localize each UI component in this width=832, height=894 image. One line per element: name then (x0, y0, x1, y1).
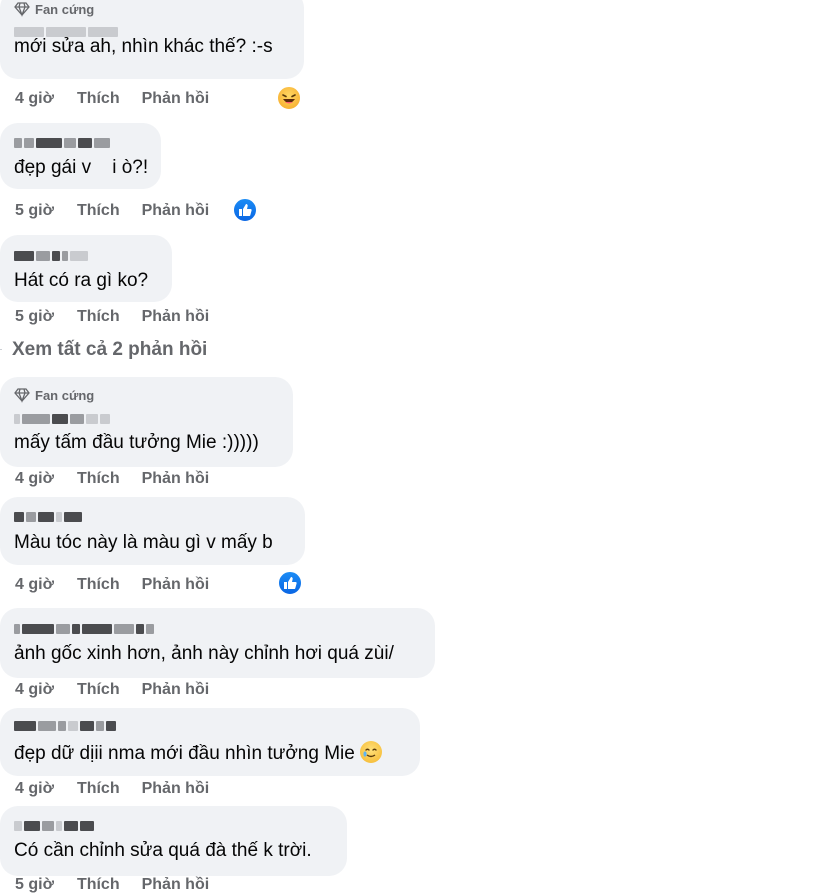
comment-bubble: ảnh gốc xinh hơn, ảnh này chỉnh hơi quá … (0, 608, 435, 678)
reply-link[interactable]: Phản hồi (142, 470, 210, 488)
diamond-icon (14, 2, 30, 17)
comment-actions: 4 giờ Thích Phản hồi (15, 470, 209, 488)
like-link[interactable]: Thích (77, 202, 120, 220)
comment-time[interactable]: 4 giờ (15, 576, 54, 594)
comment-time[interactable]: 4 giờ (15, 90, 54, 108)
reply-link[interactable]: Phản hồi (142, 90, 210, 108)
reply-link[interactable]: Phản hồi (142, 780, 210, 798)
commenter-name-blurred[interactable] (14, 720, 116, 732)
comment-actions: 4 giờ Thích Phản hồi (15, 681, 209, 699)
commenter-name-blurred[interactable] (14, 511, 82, 523)
commenter-name-blurred[interactable] (14, 623, 154, 635)
fan-badge: Fan cứng (14, 1, 94, 17)
comment-time[interactable]: 5 giờ (15, 308, 54, 326)
comment-time[interactable]: 4 giờ (15, 681, 54, 699)
like-link[interactable]: Thích (77, 876, 120, 894)
view-all-replies-link[interactable]: Xem tất cả 2 phản hồi (12, 339, 207, 361)
like-link[interactable]: Thích (77, 681, 120, 699)
comment-bubble: Hát có ra gì ko? (0, 235, 172, 302)
like-link[interactable]: Thích (77, 576, 120, 594)
comment-bubble: Fan cứng mấy tấm đầu tưởng Mie :))))) (0, 377, 293, 467)
reply-link[interactable]: Phản hồi (142, 576, 210, 594)
comment-bubble: Fan cứng mới sửa ah, nhìn khác thế? :-s (0, 0, 304, 79)
comment-actions: 4 giờ Thích Phản hồi (15, 576, 209, 594)
reply-link[interactable]: Phản hồi (142, 876, 210, 894)
comment-actions: 5 giờ Thích Phản hồi (15, 202, 209, 220)
badge-label: Fan cứng (35, 387, 95, 403)
commenter-name-blurred[interactable] (14, 820, 94, 832)
comment-time[interactable]: 4 giờ (15, 470, 54, 488)
haha-reaction-icon[interactable] (276, 85, 302, 111)
comment-actions: 4 giờ Thích Phản hồi (15, 780, 209, 798)
comment-bubble: đẹp gái v i ò?! (0, 123, 161, 189)
like-link[interactable]: Thích (77, 308, 120, 326)
like-link[interactable]: Thích (77, 90, 120, 108)
like-reaction-icon[interactable] (277, 570, 303, 596)
comment-bubble: đẹp dữ dịii nma mới đầu nhìn tưởng Mie (0, 708, 420, 776)
comment-bubble: Có cần chỉnh sửa quá đà thế k trời. (0, 806, 347, 876)
comment-text: Hát có ra gì ko? (14, 270, 149, 291)
comment-text: mới sửa ah, nhìn khác thế? :-s (14, 36, 273, 57)
commenter-name-blurred[interactable] (14, 137, 110, 149)
diamond-icon (14, 388, 30, 403)
like-link[interactable]: Thích (77, 780, 120, 798)
like-link[interactable]: Thích (77, 470, 120, 488)
comment-text: đẹp dữ dịii nma mới đầu nhìn tưởng Mie (14, 741, 383, 766)
like-reaction-icon[interactable] (232, 197, 258, 223)
reply-link[interactable]: Phản hồi (142, 681, 210, 699)
commenter-name-blurred[interactable] (14, 250, 88, 262)
badge-label: Fan cứng (35, 1, 95, 17)
reply-link[interactable]: Phản hồi (142, 202, 210, 220)
comment-actions: 5 giờ Thích Phản hồi (15, 308, 209, 326)
comment-time[interactable]: 4 giờ (15, 780, 54, 798)
fan-badge: Fan cứng (14, 387, 94, 403)
comment-bubble: Màu tóc này là màu gì v mấy b (0, 497, 305, 565)
comment-text: đẹp gái v i ò?! (14, 157, 149, 178)
comment-text: Có cần chỉnh sửa quá đà thế k trời. (14, 840, 312, 861)
commenter-name-blurred[interactable] (14, 413, 110, 425)
thread-connector-line (0, 349, 2, 350)
comment-actions: 5 giờ Thích Phản hồi (15, 876, 209, 894)
comment-text: mấy tấm đầu tưởng Mie :))))) (14, 432, 259, 453)
comment-time[interactable]: 5 giờ (15, 202, 54, 220)
comment-text: Màu tóc này là màu gì v mấy b (14, 532, 273, 553)
comment-text: ảnh gốc xinh hơn, ảnh này chỉnh hơi quá … (14, 643, 394, 664)
comment-time[interactable]: 5 giờ (15, 876, 54, 894)
tear-smile-emoji (360, 741, 383, 763)
reply-link[interactable]: Phản hồi (142, 308, 210, 326)
comment-actions: 4 giờ Thích Phản hồi (15, 90, 209, 108)
